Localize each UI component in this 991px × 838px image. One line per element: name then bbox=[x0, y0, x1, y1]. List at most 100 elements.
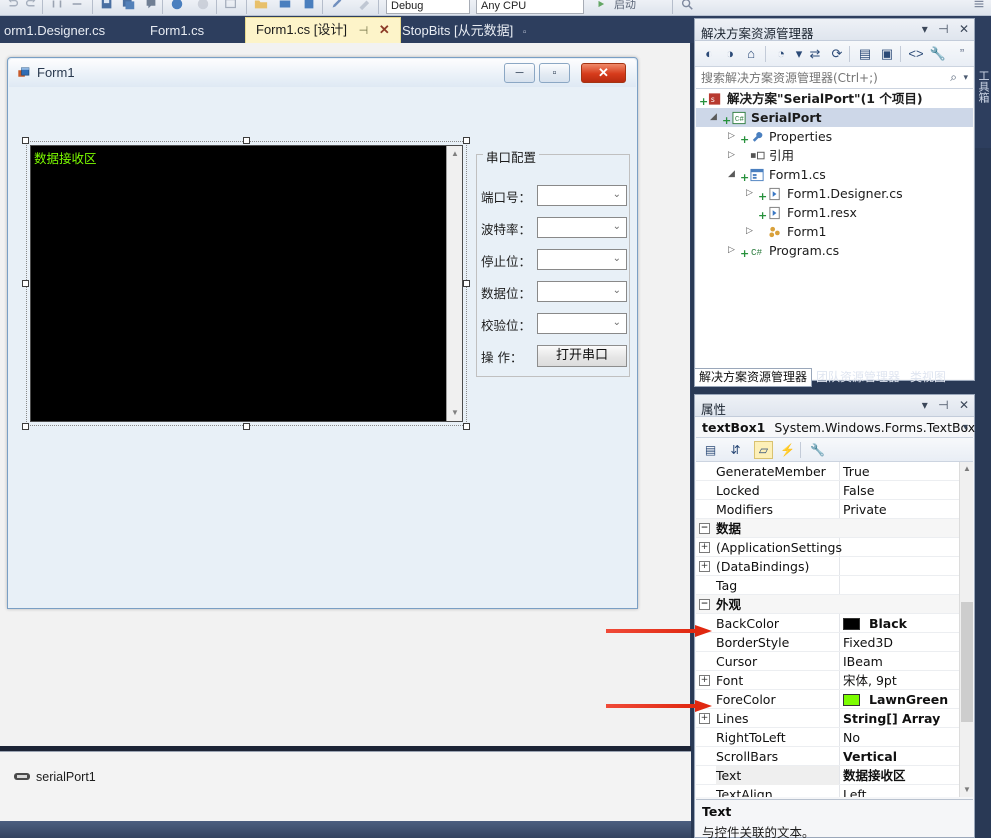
baud-combo[interactable]: ⌄ bbox=[537, 217, 627, 238]
solution-explorer-pane[interactable]: 解决方案资源管理器 ▾ ⊣ ✕ ◐ ◑ ⌂ ◔ ▾ ⇄ ⟳ ▤ ▣ <> 🔧 ” bbox=[694, 18, 975, 381]
property-row-lines[interactable]: + Lines String[] Array bbox=[696, 709, 973, 728]
tree-item-references[interactable]: ▷ 引用 bbox=[696, 146, 973, 165]
pin-icon[interactable]: ⊣ bbox=[938, 22, 948, 36]
tab-form1-cs[interactable]: Form1.cs bbox=[140, 18, 214, 43]
resize-handle-sw[interactable] bbox=[22, 423, 29, 430]
events-icon[interactable]: ⚡ bbox=[778, 441, 797, 459]
toolbar-overflow-icon[interactable]: ” bbox=[953, 45, 971, 63]
tab-close-icon[interactable]: ✕ bbox=[379, 22, 390, 37]
dropdown-icon[interactable]: ▾ bbox=[922, 398, 928, 412]
expand-icon[interactable]: + bbox=[699, 561, 710, 572]
dropdown-icon[interactable]: ▾ bbox=[922, 22, 928, 36]
tab-form1-cs-design[interactable]: Form1.cs [设计] ⊣ ✕ bbox=[245, 17, 401, 43]
component-tray[interactable]: serialPort1 bbox=[0, 751, 691, 821]
textbox1[interactable]: 数据接收区 ▲ ▼ bbox=[30, 145, 463, 422]
solution-explorer-search[interactable]: ⌕ ▾ bbox=[696, 67, 973, 89]
search-toolbar-icon[interactable] bbox=[680, 0, 694, 12]
forward-icon[interactable]: ◑ bbox=[721, 45, 739, 63]
search-options-icon[interactable]: ▾ bbox=[963, 72, 968, 83]
docked-pane-tabs[interactable]: 解决方案资源管理器 团队资源管理器 类视图 bbox=[694, 368, 991, 387]
nav-backward-icon[interactable] bbox=[50, 0, 64, 12]
properties-object-selector[interactable]: textBox1 System.Windows.Forms.TextBox ▾ bbox=[696, 417, 975, 438]
open-port-button[interactable]: 打开串口 bbox=[537, 345, 627, 367]
expand-icon[interactable]: + bbox=[699, 542, 710, 553]
scroll-up-icon[interactable]: ▲ bbox=[447, 146, 462, 162]
tray-item-serialport1[interactable]: serialPort1 bbox=[36, 770, 96, 784]
save-all-icon[interactable] bbox=[122, 0, 136, 12]
form-minimize-button[interactable]: ─ bbox=[504, 63, 535, 83]
expand-icon[interactable]: + bbox=[699, 675, 710, 686]
tab-class-view[interactable]: 类视图 bbox=[906, 368, 950, 386]
sync-icon[interactable]: ⇄ bbox=[806, 45, 824, 63]
solution-platform-combo[interactable]: Any CPU bbox=[476, 0, 584, 14]
expander-icon[interactable]: ▷ bbox=[726, 150, 737, 161]
expander-icon[interactable]: ◢ bbox=[726, 169, 737, 180]
property-value[interactable]: IBeam bbox=[843, 652, 971, 671]
property-row-cursor[interactable]: Cursor IBeam bbox=[696, 652, 973, 671]
solution-tree[interactable]: + s 解决方案"SerialPort"(1 个项目) ◢ + C# Seria… bbox=[696, 89, 973, 379]
save-icon[interactable] bbox=[100, 0, 114, 12]
form1-window[interactable]: Form1 ─ ▫ ✕ 数据接收区 ▲ ▼ 串口配置 端口号： ⌄ 波特率： ⌄… bbox=[7, 57, 638, 609]
properties-window-icon[interactable]: ▣ bbox=[878, 45, 896, 63]
scroll-down-icon[interactable]: ▼ bbox=[447, 405, 462, 421]
tab-stopbits-metadata[interactable]: StopBits [从元数据] ▫ bbox=[392, 18, 536, 43]
tab-team-explorer[interactable]: 团队资源管理器 bbox=[812, 368, 904, 386]
tab-form1-designer-cs[interactable]: orm1.Designer.cs bbox=[0, 18, 115, 43]
property-value[interactable]: No bbox=[843, 728, 971, 747]
properties-window-buttons[interactable]: ▾ ⊣ ✕ bbox=[915, 398, 969, 412]
properties-grid-scrollbar[interactable]: ▲ ▼ bbox=[959, 462, 973, 797]
textbox1-scrollbar[interactable]: ▲ ▼ bbox=[446, 146, 462, 421]
start-debug-icon[interactable] bbox=[170, 0, 184, 12]
categorized-icon[interactable]: ▤ bbox=[701, 441, 720, 459]
refresh-icon[interactable]: ⟳ bbox=[828, 45, 846, 63]
tree-item-form1-resx[interactable]: + Form1.resx bbox=[696, 203, 973, 222]
property-category-appearance[interactable]: − 外观 bbox=[696, 595, 973, 614]
expander-icon[interactable]: ▷ bbox=[726, 131, 737, 142]
redo-icon[interactable] bbox=[24, 0, 38, 12]
property-value[interactable]: True bbox=[843, 462, 971, 481]
tree-item-solution[interactable]: + s 解决方案"SerialPort"(1 个项目) bbox=[696, 89, 973, 108]
property-row-forecolor[interactable]: ForeColor LawnGreen bbox=[696, 690, 973, 709]
resize-handle-se[interactable] bbox=[463, 423, 470, 430]
properties-toolbar[interactable]: ▤ ⇵ ▱ ⚡ 🔧 bbox=[696, 438, 973, 462]
property-row-databindings[interactable]: + (DataBindings) bbox=[696, 557, 973, 576]
property-value[interactable]: 宋体, 9pt bbox=[843, 671, 971, 690]
stop-debug-icon[interactable] bbox=[196, 0, 210, 12]
solution-explorer-toolbar[interactable]: ◐ ◑ ⌂ ◔ ▾ ⇄ ⟳ ▤ ▣ <> 🔧 ” bbox=[695, 41, 974, 67]
expand-icon[interactable]: + bbox=[699, 713, 710, 724]
property-value[interactable]: 数据接收区 bbox=[843, 766, 971, 785]
properties-grid[interactable]: GenerateMember True Locked False Modifie… bbox=[696, 462, 973, 797]
form-titlebar[interactable]: Form1 ─ ▫ ✕ bbox=[9, 59, 636, 87]
tree-item-program-cs[interactable]: ▷ + C# Program.cs bbox=[696, 241, 973, 260]
serial-config-groupbox[interactable]: 串口配置 端口号： ⌄ 波特率： ⌄ 停止位： ⌄ 数据位： ⌄ 校验位： ⌄ … bbox=[476, 147, 630, 377]
expander-icon[interactable]: ▷ bbox=[744, 226, 755, 237]
property-pages-icon[interactable]: 🔧 bbox=[808, 441, 827, 459]
property-value[interactable]: Fixed3D bbox=[843, 633, 971, 652]
solution-config-combo[interactable]: Debug bbox=[386, 0, 470, 14]
pencil-icon[interactable] bbox=[330, 0, 344, 12]
resize-handle-ne[interactable] bbox=[463, 137, 470, 144]
new-window-icon[interactable] bbox=[224, 0, 238, 12]
tree-item-form1-class[interactable]: ▷ Form1 bbox=[696, 222, 973, 241]
tab-solution-explorer[interactable]: 解决方案资源管理器 bbox=[694, 368, 813, 387]
properties-icon[interactable]: ▱ bbox=[754, 441, 773, 459]
resize-handle-e[interactable] bbox=[463, 280, 470, 287]
tab-pin-icon[interactable]: ⊣ bbox=[359, 25, 369, 37]
resize-handle-w[interactable] bbox=[22, 280, 29, 287]
property-row-textalign[interactable]: TextAlign Left bbox=[696, 785, 973, 797]
property-row-scrollbars[interactable]: ScrollBars Vertical bbox=[696, 747, 973, 766]
property-value-container[interactable]: Black bbox=[843, 614, 971, 633]
panel2-icon[interactable] bbox=[302, 0, 316, 12]
expander-icon[interactable]: ◢ bbox=[708, 112, 719, 123]
alphabetical-icon[interactable]: ⇵ bbox=[726, 441, 745, 459]
form-designer-surface[interactable]: Form1 ─ ▫ ✕ 数据接收区 ▲ ▼ 串口配置 端口号： ⌄ 波特率： ⌄… bbox=[0, 43, 691, 746]
view-code-icon[interactable]: <> bbox=[907, 45, 925, 63]
tree-item-properties[interactable]: ▷ + Properties bbox=[696, 127, 973, 146]
property-row-tag[interactable]: Tag bbox=[696, 576, 973, 595]
property-row-text[interactable]: Text 数据接收区 bbox=[696, 766, 973, 785]
undo-icon[interactable] bbox=[6, 0, 20, 12]
tree-item-form1-cs[interactable]: ◢ + Form1.cs bbox=[696, 165, 973, 184]
property-value[interactable]: String[] Array bbox=[843, 709, 971, 728]
property-value-container[interactable]: LawnGreen bbox=[843, 690, 971, 709]
expander-icon[interactable]: ▷ bbox=[726, 245, 737, 256]
